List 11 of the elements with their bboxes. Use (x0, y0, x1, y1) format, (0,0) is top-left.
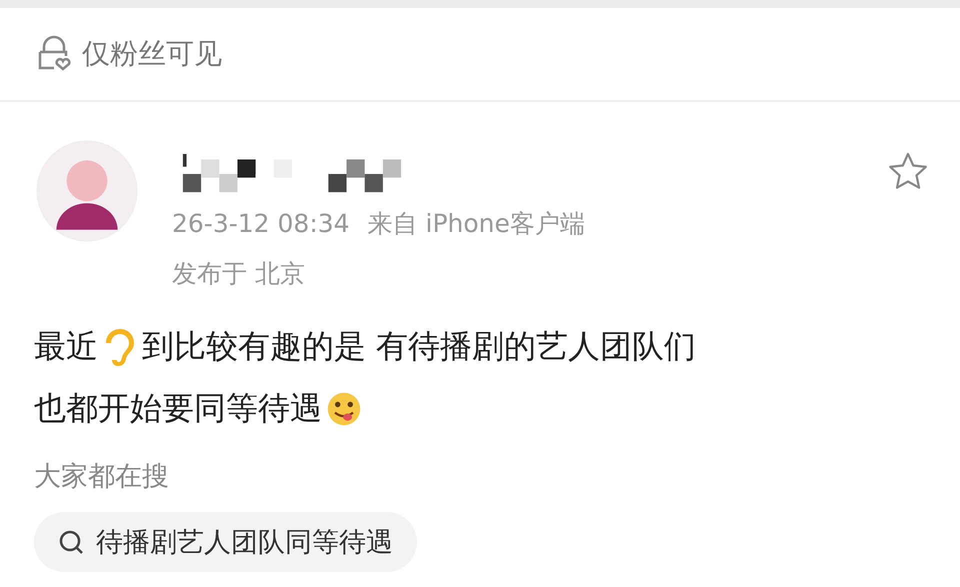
post-source: 来自 iPhone客户端 (368, 209, 585, 238)
search-suggestion[interactable]: 待播剧艺人团队同等待遇 (34, 512, 417, 572)
trending-title: 大家都在搜 (33, 460, 170, 494)
post-text: 也都开始要同等待遇 (34, 388, 322, 429)
search-icon (58, 529, 84, 555)
visibility-label: 仅粉丝可见 (82, 36, 222, 72)
post-location: 发布于 北京 (172, 259, 305, 288)
post-text: 最近 (34, 326, 98, 367)
avatar[interactable] (36, 140, 138, 242)
post-timestamp: 26-3-12 08:34 (172, 209, 350, 238)
post-text: 到比较有趣的是 有待播剧的艺人团队们 (142, 326, 696, 367)
